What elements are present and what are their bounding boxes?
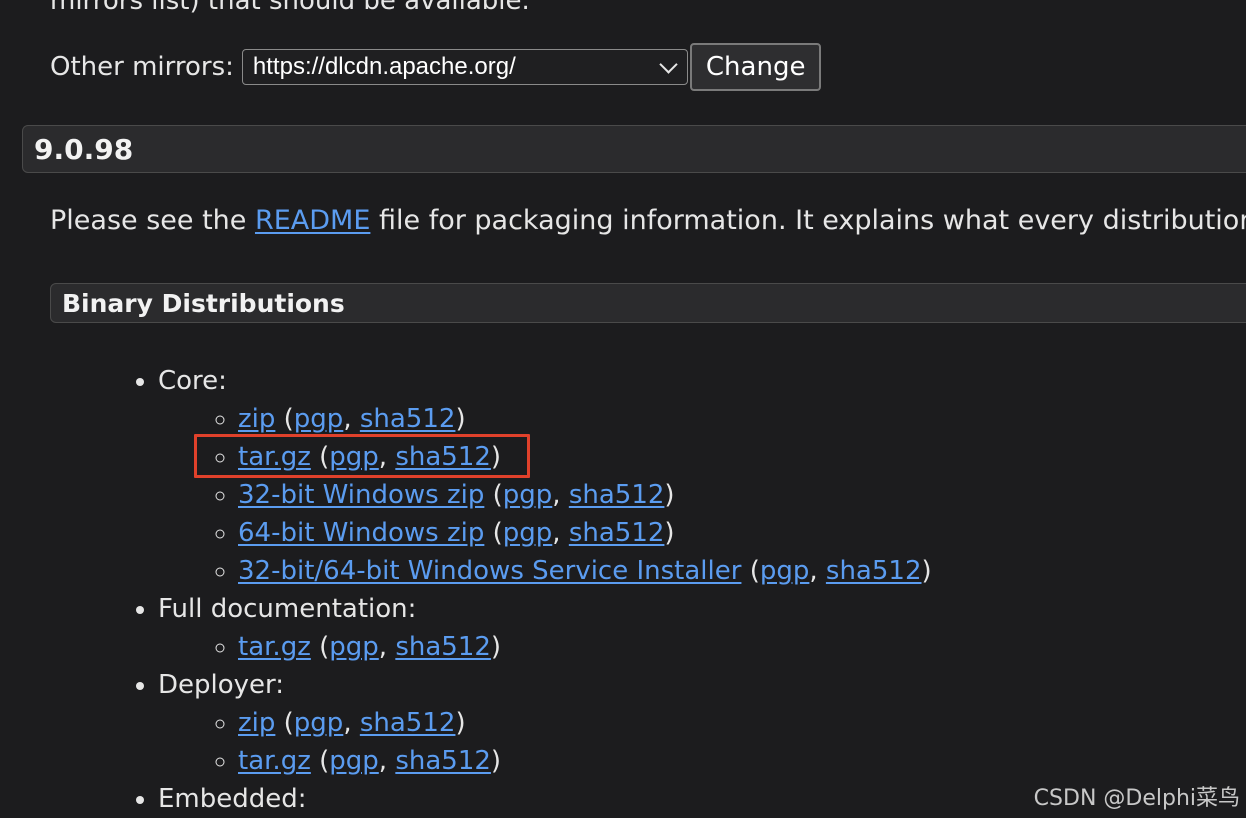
download-link[interactable]: tar.gz	[238, 442, 311, 472]
download-item: 64-bit Windows zip (pgp, sha512)	[238, 514, 932, 552]
download-link[interactable]: 64-bit Windows zip	[238, 518, 484, 548]
readme-text-before: Please see the	[50, 205, 255, 236]
binary-distributions-heading: Binary Distributions	[50, 283, 1246, 323]
download-item: tar.gz (pgp, sha512)	[238, 438, 932, 476]
download-link[interactable]: zip	[238, 404, 275, 434]
sha512-link[interactable]: sha512	[395, 442, 491, 472]
sha512-link[interactable]: sha512	[360, 708, 456, 738]
pgp-link[interactable]: pgp	[503, 480, 553, 510]
sha512-link[interactable]: sha512	[395, 632, 491, 662]
section-label: Full documentation:	[158, 594, 417, 624]
readme-paragraph: Please see the README file for packaging…	[50, 205, 1246, 236]
download-item: zip (pgp, sha512)	[238, 704, 932, 742]
download-link[interactable]: tar.gz	[238, 632, 311, 662]
pgp-link[interactable]: pgp	[503, 518, 553, 548]
section-label: Deployer:	[158, 670, 285, 700]
section-label: Core:	[158, 366, 227, 396]
section-label: Embedded:	[158, 784, 307, 814]
mirror-select[interactable]: https://dlcdn.apache.org/	[241, 49, 688, 85]
pgp-link[interactable]: pgp	[329, 442, 379, 472]
download-item: zip (pgp, sha512)	[238, 400, 932, 438]
chevron-down-icon	[659, 54, 678, 74]
download-item: 32-bit Windows zip (pgp, sha512)	[238, 476, 932, 514]
sha512-link[interactable]: sha512	[826, 556, 922, 586]
pgp-link[interactable]: pgp	[760, 556, 810, 586]
readme-text-after: file for packaging information. It expla…	[378, 205, 1246, 236]
download-item: 32-bit/64-bit Windows Service Installer …	[238, 552, 932, 590]
sha512-link[interactable]: sha512	[569, 480, 665, 510]
sha512-link[interactable]: sha512	[395, 746, 491, 776]
mirror-label: Other mirrors:	[50, 52, 234, 82]
pgp-link[interactable]: pgp	[329, 746, 379, 776]
sha512-link[interactable]: sha512	[360, 404, 456, 434]
change-mirror-button[interactable]: Change	[689, 43, 822, 91]
download-link[interactable]: 32-bit/64-bit Windows Service Installer	[238, 556, 741, 586]
distribution-list: Core: zip (pgp, sha512) tar.gz (pgp, sha…	[0, 362, 932, 818]
pgp-link[interactable]: pgp	[329, 632, 379, 662]
readme-link[interactable]: README	[255, 205, 370, 236]
documentation-downloads: tar.gz (pgp, sha512)	[158, 628, 932, 666]
download-link[interactable]: 32-bit Windows zip	[238, 480, 484, 510]
download-link[interactable]: tar.gz	[238, 746, 311, 776]
download-link[interactable]: zip	[238, 708, 275, 738]
sha512-link[interactable]: sha512	[569, 518, 665, 548]
download-item: tar.gz (pgp, sha512)	[238, 628, 932, 666]
list-item-core: Core: zip (pgp, sha512) tar.gz (pgp, sha…	[158, 362, 932, 590]
deployer-downloads: zip (pgp, sha512) tar.gz (pgp, sha512)	[158, 704, 932, 780]
pgp-link[interactable]: pgp	[294, 404, 344, 434]
intro-text-cut: mirrors list) that should be available.	[50, 0, 530, 16]
list-item-embedded: Embedded:	[158, 780, 932, 818]
download-page: mirrors list) that should be available. …	[0, 0, 1246, 818]
mirror-select-value: https://dlcdn.apache.org/	[252, 53, 516, 80]
download-item: tar.gz (pgp, sha512)	[238, 742, 932, 780]
list-item-full-documentation: Full documentation: tar.gz (pgp, sha512)	[158, 590, 932, 666]
core-downloads: zip (pgp, sha512) tar.gz (pgp, sha512) 3…	[158, 400, 932, 590]
list-item-deployer: Deployer: zip (pgp, sha512) tar.gz (pgp,…	[158, 666, 932, 780]
version-heading: 9.0.98	[22, 125, 1246, 173]
pgp-link[interactable]: pgp	[294, 708, 344, 738]
watermark: CSDN @Delphi菜鸟	[1033, 786, 1240, 811]
mirror-selector-row: Other mirrors: https://dlcdn.apache.org/…	[50, 42, 822, 92]
